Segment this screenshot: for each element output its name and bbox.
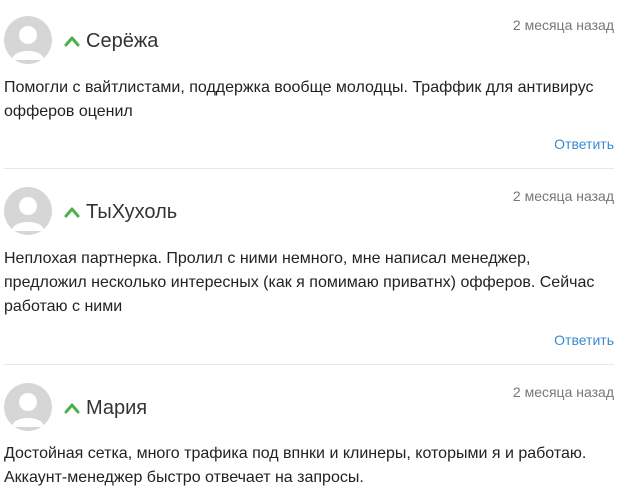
divider <box>4 168 614 169</box>
default-user-avatar-icon <box>12 393 44 427</box>
reply-link[interactable]: Ответить <box>554 135 614 153</box>
comment-author: ТыХухоль <box>64 200 177 224</box>
default-user-avatar-icon <box>12 26 44 60</box>
default-user-avatar-icon <box>12 197 44 231</box>
reply-link[interactable]: Ответить <box>554 331 614 349</box>
comment-text: Неплохая партнерка. Пролил с ними немног… <box>4 250 595 315</box>
chevron-up-icon[interactable] <box>64 402 80 414</box>
chevron-up-icon[interactable] <box>64 35 80 47</box>
chevron-up-icon[interactable] <box>64 206 80 218</box>
author-name[interactable]: ТыХухоль <box>86 200 177 224</box>
avatar[interactable] <box>4 16 52 64</box>
author-name[interactable]: Мария <box>86 396 147 420</box>
comment-date: 2 месяца назад <box>512 17 614 33</box>
comment-text: Достойная сетка, много трафика под впнки… <box>4 445 587 486</box>
comment-author: Серёжа <box>64 29 158 53</box>
author-name[interactable]: Серёжа <box>86 29 158 53</box>
comment-date: 2 месяца назад <box>512 384 614 400</box>
avatar[interactable] <box>4 187 52 235</box>
comment-date: 2 месяца назад <box>512 188 614 204</box>
divider <box>4 364 614 365</box>
comment-text: Помогли с вайтлистами, поддержка вообще … <box>4 79 594 120</box>
avatar[interactable] <box>4 383 52 431</box>
comment-author: Мария <box>64 396 147 420</box>
